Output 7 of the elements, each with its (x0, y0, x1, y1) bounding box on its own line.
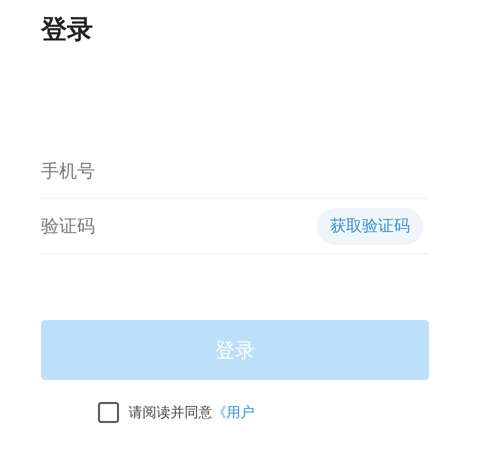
agreement-checkbox[interactable] (98, 402, 118, 423)
page-title: 登录 (41, 14, 93, 47)
get-code-button[interactable]: 获取验证码 (317, 208, 423, 244)
agreement-text: 请阅读并同意 (128, 404, 212, 422)
input-field[interactable]: 手机号 (41, 160, 429, 182)
input-field[interactable]: 验证码 (41, 216, 317, 236)
user-agreement-link[interactable]: 《用户 (212, 404, 254, 422)
